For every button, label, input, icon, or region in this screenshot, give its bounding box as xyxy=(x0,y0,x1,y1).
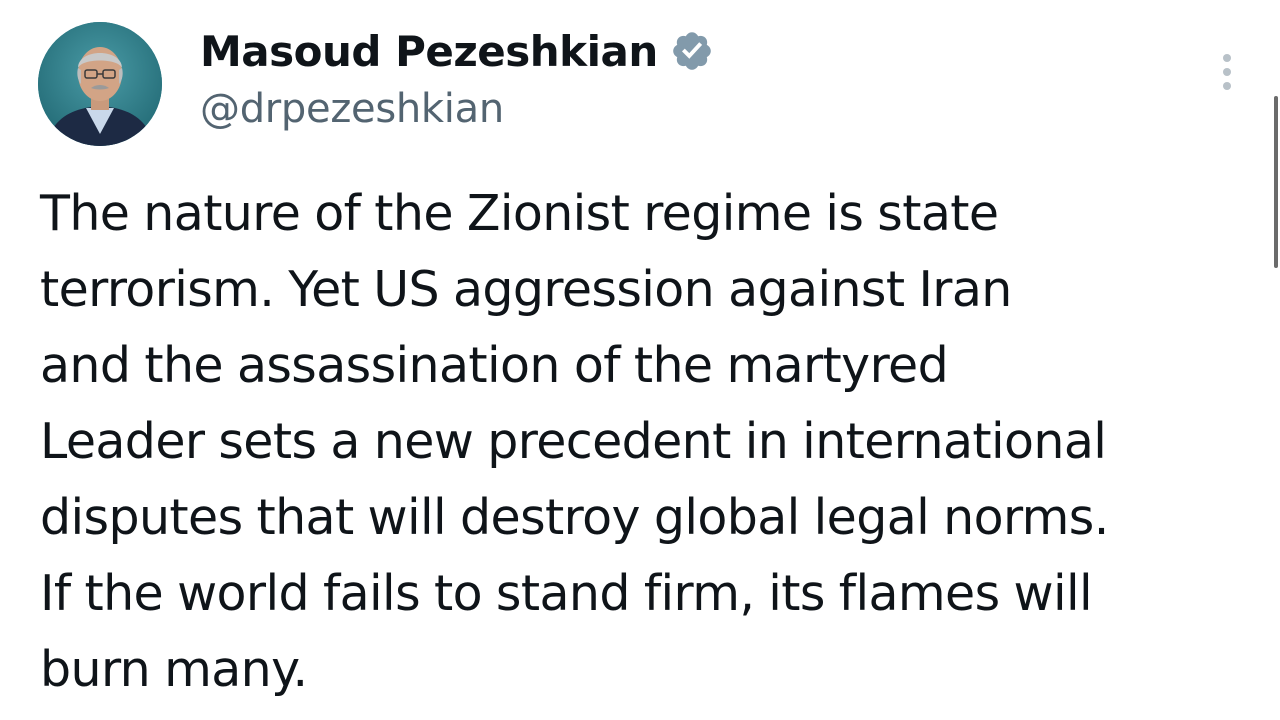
tweet-text-line: and the assassination of the martyred xyxy=(40,337,949,394)
tweet-text-line: Leader sets a new precedent in internati… xyxy=(40,413,1107,470)
tweet-text-line: disputes that will destroy global legal … xyxy=(40,489,1109,546)
tweet-text-line: burn many. xyxy=(40,641,308,698)
tweet-card: Masoud Pezeshkian @drpezeshkian The natu… xyxy=(0,0,1280,720)
author-handle[interactable]: @drpezeshkian xyxy=(200,86,504,132)
tweet-text-line: terrorism. Yet US aggression against Ira… xyxy=(40,261,1012,318)
avatar[interactable] xyxy=(38,22,162,146)
more-options-icon[interactable] xyxy=(1212,48,1242,96)
tweet-text: The nature of the Zionist regime is stat… xyxy=(40,176,1250,708)
verified-badge-icon[interactable] xyxy=(670,29,714,73)
author-name-row: Masoud Pezeshkian xyxy=(200,24,714,78)
author-display-name[interactable]: Masoud Pezeshkian xyxy=(200,27,658,76)
scrollbar[interactable] xyxy=(1274,96,1278,268)
tweet-text-line: If the world fails to stand firm, its fl… xyxy=(40,565,1093,622)
tweet-text-line: The nature of the Zionist regime is stat… xyxy=(40,185,999,242)
